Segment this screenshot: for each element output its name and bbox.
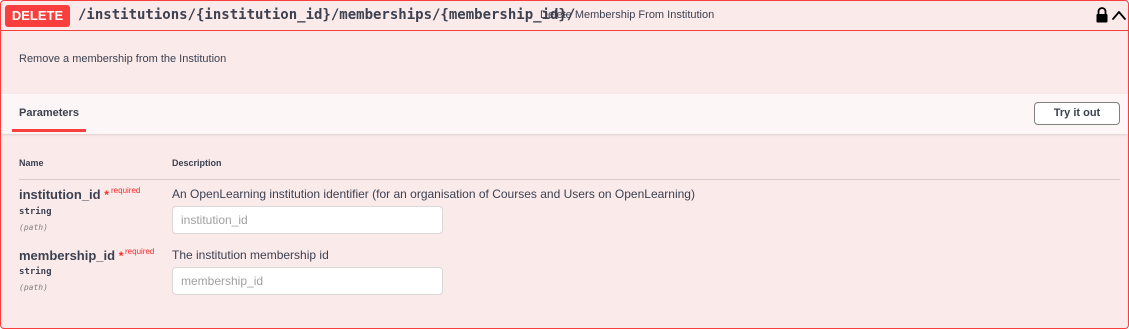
http-method-badge: DELETE (5, 5, 70, 27)
operation-description: Remove a membership from the Institution (19, 53, 227, 65)
tab-active-indicator (12, 129, 86, 132)
operation-block: DELETE /institutions/{institution_id}/me… (0, 0, 1129, 329)
column-header-name: Name (19, 158, 44, 168)
operation-summary-bar[interactable]: DELETE /institutions/{institution_id}/me… (1, 1, 1128, 31)
parameter-type: string (19, 207, 52, 217)
required-star: * (118, 249, 124, 263)
parameter-name: membership_id * (19, 248, 123, 263)
operation-path: /institutions/{institution_id}/membershi… (78, 7, 576, 23)
operation-summary: Delete Membership From Institution (540, 9, 715, 21)
try-it-out-button[interactable]: Try it out (1034, 102, 1120, 125)
lock-icon[interactable] (1095, 7, 1109, 23)
tab-parameters[interactable]: Parameters (19, 107, 79, 119)
required-label: required (125, 247, 155, 256)
column-header-description: Description (172, 158, 222, 168)
membership-id-input[interactable] (172, 267, 443, 295)
parameter-description: An OpenLearning institution identifier (… (172, 187, 695, 201)
required-star: * (104, 188, 109, 202)
parameter-name: institution_id * (19, 187, 109, 202)
parameter-name-text: membership_id (19, 248, 116, 263)
chevron-up-icon[interactable] (1111, 8, 1127, 22)
parameter-location: (path) (19, 283, 48, 292)
parameter-description: The institution membership id (172, 248, 329, 262)
table-divider (19, 179, 1120, 180)
parameter-name-text: institution_id (19, 187, 101, 202)
institution-id-input[interactable] (172, 206, 443, 234)
required-label: required (111, 186, 141, 195)
parameters-section-header: Parameters Try it out (1, 94, 1128, 134)
parameter-location: (path) (19, 223, 48, 232)
parameter-type: string (19, 267, 52, 277)
